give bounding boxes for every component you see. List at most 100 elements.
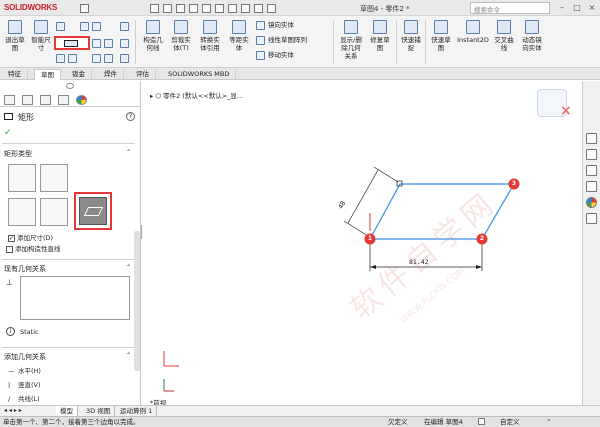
mirror-entities-button[interactable]: 镜向实体 (256, 20, 330, 30)
relation-collinear[interactable]: / 共线(L) (8, 393, 40, 403)
select-arrow-icon[interactable] (228, 4, 237, 13)
convert-entities-button[interactable]: 转换实 体引用 (196, 18, 224, 66)
solidworks-resources-icon[interactable] (586, 133, 597, 144)
status-bar: 单击第一个、第二个，接着第三个边角以完成。 欠定义 在编辑 草图4 自定义 ⌃ (0, 416, 600, 427)
circle-icon[interactable] (92, 39, 101, 48)
options-gear-icon[interactable] (267, 4, 276, 13)
relation-vertical[interactable]: | 竖直(V) (8, 379, 41, 389)
text-tool-icon[interactable] (104, 54, 113, 63)
collinear-icon: / (8, 395, 11, 403)
spline-icon[interactable] (92, 22, 101, 31)
appearances-icon[interactable] (586, 197, 597, 208)
slot-icon[interactable] (56, 54, 65, 63)
command-manager-ribbon: 退出草 图 智能尺 寸 构造几 何线 剪裁实 体(T) 转换实 体引用 等距实 … (0, 16, 600, 68)
ok-check-icon[interactable]: ✓ (4, 128, 12, 138)
3point-center-rectangle-button[interactable] (40, 198, 68, 226)
dim-arrow-right (476, 265, 482, 269)
design-library-icon[interactable] (586, 149, 597, 160)
existing-relations-list[interactable] (20, 276, 130, 320)
solidworks-logo: SOLIDWORKS (4, 3, 58, 12)
search-input[interactable]: 搜索命令 (470, 2, 550, 14)
tab-mbd[interactable]: SOLIDWORKS MBD (162, 69, 237, 80)
home-icon[interactable] (150, 4, 159, 13)
rebuild-status-icon[interactable] (478, 418, 485, 425)
panel-scrollbar[interactable] (134, 231, 140, 371)
arc-icon[interactable] (104, 39, 113, 48)
polygon-icon[interactable] (68, 54, 77, 63)
offset-entities-button[interactable]: 等距实 体 (226, 18, 252, 66)
point-label-3: 3 (511, 180, 517, 187)
minimize-icon[interactable]: – (556, 2, 568, 14)
construction-geometry-button[interactable]: 构造几 何线 (140, 18, 166, 66)
tab-features[interactable]: 特征 (2, 69, 28, 80)
view-palette-icon[interactable] (586, 181, 597, 192)
linear-pattern-icon (256, 35, 265, 45)
rectangle-type-section: 矩形类型 ⌃ ✓ 添加尺寸(D) (2, 143, 135, 243)
existing-relations-section: 现有几何关系 ⌃ ⊥ i Static (2, 259, 135, 345)
fillet-icon[interactable] (92, 54, 101, 63)
rebuild-icon[interactable] (241, 4, 250, 13)
add-construction-option[interactable]: 添加构造性直线 (6, 243, 61, 253)
3point-corner-rectangle-button[interactable] (8, 198, 36, 226)
close-icon[interactable]: × (586, 2, 598, 14)
file-explorer-icon[interactable] (586, 165, 597, 176)
config-manager-icon[interactable] (40, 95, 51, 105)
tab-weldments[interactable]: 焊件 (98, 69, 124, 80)
line-tool-icon[interactable] (56, 22, 65, 31)
collapse-icon[interactable]: ⌃ (126, 264, 131, 271)
print-icon[interactable] (202, 4, 211, 13)
custom-properties-icon[interactable] (586, 213, 597, 224)
nav-arrows-icon[interactable]: ◂ ◂ ▸ ▸ (4, 407, 22, 414)
undo-icon[interactable] (215, 4, 224, 13)
move-entities-button[interactable]: 移动实体 (256, 50, 330, 60)
rectangle-tool-highlight[interactable] (54, 36, 90, 50)
appearance-icon[interactable] (76, 95, 87, 105)
add-dimension-option[interactable]: ✓ 添加尺寸(D) (8, 232, 53, 242)
tab-evaluate[interactable]: 评估 (130, 69, 156, 80)
save-icon[interactable] (189, 4, 198, 13)
plane-icon[interactable] (120, 54, 129, 63)
show-relations-button[interactable]: 显示/删 除几何 关系 (337, 18, 365, 66)
collapse-icon[interactable]: ⌃ (126, 352, 131, 359)
tab-sketch[interactable]: 草图 (34, 69, 61, 80)
centerline-icon[interactable] (120, 39, 129, 48)
parallelogram-button[interactable] (79, 197, 107, 225)
trim-entities-button[interactable]: 剪裁实 体(T) (168, 18, 194, 66)
chevron-up-icon[interactable]: ⌃ (546, 417, 551, 427)
relation-horizontal[interactable]: — 水平(H) (8, 365, 41, 375)
dim-extension-top (373, 166, 399, 183)
property-manager-icon[interactable] (22, 95, 33, 105)
quick-snaps-button[interactable]: 快速捕 捉 (399, 18, 423, 66)
center-rectangle-button[interactable] (40, 164, 68, 192)
instant2d-button[interactable]: Instant2D (456, 18, 490, 66)
dynamic-mirror-button[interactable]: 动态镜 向实体 (518, 18, 546, 66)
expand-handle-icon[interactable] (66, 83, 74, 89)
graphics-area[interactable]: ▸ ⬡ 零件2 (默认<<默认>_显... × 1 2 3 81.42 48 *… (142, 81, 582, 416)
add-construction-checkbox[interactable] (6, 245, 13, 253)
repair-sketch-button[interactable]: 修复草 图 (367, 18, 393, 66)
maximize-icon[interactable]: □ (571, 2, 583, 14)
smart-dimension-icon (34, 20, 48, 34)
dim-extension-bottom (343, 220, 369, 237)
status-units[interactable]: 自定义 (500, 417, 520, 427)
corner-rectangle-button[interactable] (8, 164, 36, 192)
dimxpert-icon[interactable] (58, 95, 69, 105)
triangle-arrow-icon[interactable] (80, 4, 89, 13)
intersection-curve-button[interactable]: 交叉曲 线 (492, 18, 516, 66)
new-file-icon[interactable] (163, 4, 172, 13)
dropdown-icon[interactable] (80, 22, 89, 31)
parallelogram-highlight[interactable] (74, 192, 112, 230)
smart-dimension-button[interactable]: 智能尺 寸 (30, 18, 52, 66)
feature-tree-icon[interactable] (4, 95, 15, 105)
linear-pattern-button[interactable]: 线性草图阵列 (256, 35, 330, 45)
exit-sketch-button[interactable]: 退出草 图 (2, 18, 28, 66)
tab-sheet-metal[interactable]: 钣金 (66, 69, 92, 80)
file-props-icon[interactable] (254, 4, 263, 13)
add-dimension-checkbox[interactable]: ✓ (8, 234, 15, 242)
point-icon[interactable] (120, 22, 129, 31)
help-icon[interactable]: ? (126, 112, 135, 121)
open-folder-icon[interactable] (176, 4, 185, 13)
rapid-sketch-button[interactable]: 快速草 图 (428, 18, 454, 66)
collapse-icon[interactable]: ⌃ (126, 149, 131, 156)
sketch-array-group: 镜向实体 线性草图阵列 移动实体 (256, 20, 330, 60)
